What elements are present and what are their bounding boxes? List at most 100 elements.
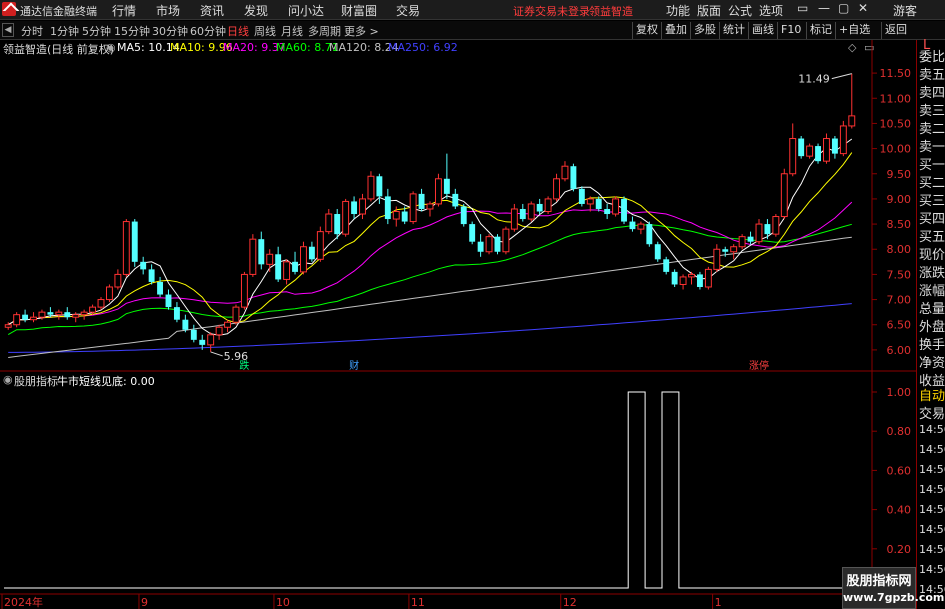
candle-body-down xyxy=(831,138,838,154)
quote-field-1[interactable]: 卖五 xyxy=(919,64,945,83)
candle-body-up xyxy=(72,314,80,318)
menu-zixun[interactable]: 资讯 xyxy=(200,2,224,19)
candle-body-down xyxy=(722,249,729,252)
candle-body-down xyxy=(131,221,138,262)
restore-rights-button[interactable]: 复权 xyxy=(632,22,661,39)
candle-body-up xyxy=(848,115,856,127)
menu-jiaoyi[interactable]: 交易 xyxy=(396,2,420,19)
menu-gongneng[interactable]: 功能 xyxy=(666,2,690,19)
quote-field-2[interactable]: 卖四 xyxy=(919,82,945,101)
indicator-chart[interactable]: 1.000.800.600.400.20 2024年910111212 xyxy=(0,372,916,609)
stats-button[interactable]: 统计 xyxy=(719,22,748,39)
menu-bar: 通达信金融终端 行情 市场 资讯 发现 问小达 财富圈 交易 证券交易未登录 领… xyxy=(0,0,945,20)
candle-body-up xyxy=(561,165,569,180)
candle-body-up xyxy=(738,236,746,248)
candle-body-down xyxy=(275,254,282,280)
candle-body-up xyxy=(105,286,113,301)
maximize-icon[interactable]: ▢ xyxy=(838,1,849,15)
candle-body-down xyxy=(443,178,450,194)
candle-body-up xyxy=(679,276,687,285)
tick-time: 14:56 xyxy=(919,503,945,516)
tick-time: 14:56 xyxy=(919,563,945,576)
tab-monthly[interactable]: 月线 xyxy=(281,23,303,39)
tab-more[interactable]: 更多 > xyxy=(344,23,379,39)
quote-field-15[interactable]: 外盘 xyxy=(919,316,945,335)
menu-banmian[interactable]: 版面 xyxy=(697,2,721,19)
restore-icon[interactable]: ▭ xyxy=(797,1,808,15)
quote-field-4[interactable]: 卖二 xyxy=(919,118,945,137)
tab-multi-period[interactable]: 多周期 xyxy=(308,23,341,39)
stock-link[interactable]: 领益智造 xyxy=(589,3,633,19)
tab-15min[interactable]: 15分钟 xyxy=(114,23,150,39)
menu-xuanxiang[interactable]: 选项 xyxy=(759,2,783,19)
trade-label[interactable]: 交易 xyxy=(919,403,945,422)
prev-arrow-icon[interactable]: ◀ xyxy=(2,23,14,37)
quote-field-11[interactable]: 现价 xyxy=(919,244,945,263)
multi-stock-button[interactable]: 多股 xyxy=(690,22,719,39)
tab-1min[interactable]: 1分钟 xyxy=(50,23,79,39)
back-button[interactable]: 返回 xyxy=(881,22,910,39)
menu-gongshi[interactable]: 公式 xyxy=(728,2,752,19)
candle-body-up xyxy=(80,311,88,316)
app-logo-icon xyxy=(2,2,16,16)
quote-field-12[interactable]: 涨跌 xyxy=(919,262,945,281)
event-marker: 财 xyxy=(349,359,359,372)
login-warning[interactable]: 证券交易未登录 xyxy=(513,3,590,19)
quote-field-6[interactable]: 买一 xyxy=(919,154,945,173)
price-tick-label: 6.00 xyxy=(887,344,912,357)
tab-60min[interactable]: 60分钟 xyxy=(190,23,226,39)
tab-fenshi[interactable]: 分时 xyxy=(21,23,43,39)
event-marker: 涨停 xyxy=(749,359,769,372)
menu-faxian[interactable]: 发现 xyxy=(244,2,268,19)
quote-field-3[interactable]: 卖三 xyxy=(919,100,945,119)
candle-body-down xyxy=(384,196,391,220)
quote-field-17[interactable]: 净资 xyxy=(919,352,945,371)
minimize-icon[interactable]: — xyxy=(818,1,830,15)
tick-time: 14:56 xyxy=(919,483,945,496)
quote-field-14[interactable]: 总量 xyxy=(919,298,945,317)
quote-field-9[interactable]: 买四 xyxy=(919,208,945,227)
candle-body-up xyxy=(688,273,695,278)
indicator-tick-label: 0.20 xyxy=(887,543,912,556)
candle-body-up xyxy=(502,228,510,253)
mark-button[interactable]: 标记 xyxy=(806,22,835,39)
candlestick-chart[interactable]: 11.50 11.00 10.50 10.00 9.50 9.00 8.50 8.00 7.50… xyxy=(0,40,916,372)
candle-body-down xyxy=(308,246,315,260)
quote-field-13[interactable]: 涨幅 xyxy=(919,280,945,299)
candle-body-down xyxy=(654,244,661,260)
candle-body-down xyxy=(334,214,341,235)
quote-field-0[interactable]: 委比 xyxy=(919,46,945,65)
quote-field-7[interactable]: 买二 xyxy=(919,172,945,191)
tab-daily[interactable]: 日线 xyxy=(227,23,249,39)
menu-caifuquan[interactable]: 财富圈 xyxy=(341,2,377,19)
user-guest[interactable]: 游客 xyxy=(893,2,917,19)
candle-body-down xyxy=(182,319,189,330)
auto-label[interactable]: 自动 xyxy=(919,385,945,404)
candle-body-down xyxy=(519,208,526,220)
quote-field-16[interactable]: 换手 xyxy=(919,334,945,353)
price-tick-label: 10.00 xyxy=(880,143,912,156)
quote-field-10[interactable]: 买五 xyxy=(919,226,945,245)
price-tick-label: 11.50 xyxy=(880,67,912,80)
add-watchlist-button[interactable]: +自选 xyxy=(835,22,873,39)
period-toolbar: ◀ 分时 1分钟 5分钟 15分钟 30分钟 60分钟 日线 周线 月线 多周期… xyxy=(0,21,945,40)
candle-body-up xyxy=(240,273,248,308)
indicator-signal-line xyxy=(4,391,856,589)
menu-shichang[interactable]: 市场 xyxy=(156,2,180,19)
menu-wenxiaoda[interactable]: 问小达 xyxy=(288,2,324,19)
menu-hangqing[interactable]: 行情 xyxy=(112,2,136,19)
draw-line-button[interactable]: 画线 xyxy=(748,22,777,39)
tab-5min[interactable]: 5分钟 xyxy=(82,23,111,39)
watermark-url: www.7gpzb.com xyxy=(843,591,945,604)
f10-button[interactable]: F10 xyxy=(777,22,804,39)
price-tick-label: 8.00 xyxy=(887,243,912,256)
candle-body-up xyxy=(13,314,21,326)
tab-30min[interactable]: 30分钟 xyxy=(152,23,188,39)
tab-weekly[interactable]: 周线 xyxy=(254,23,276,39)
quote-field-5[interactable]: 卖一 xyxy=(919,136,945,155)
candle-body-up xyxy=(839,125,847,155)
overlay-button[interactable]: 叠加 xyxy=(661,22,690,39)
close-icon[interactable]: ✕ xyxy=(858,1,868,15)
candle-body-up xyxy=(342,200,350,235)
quote-field-8[interactable]: 买三 xyxy=(919,190,945,209)
